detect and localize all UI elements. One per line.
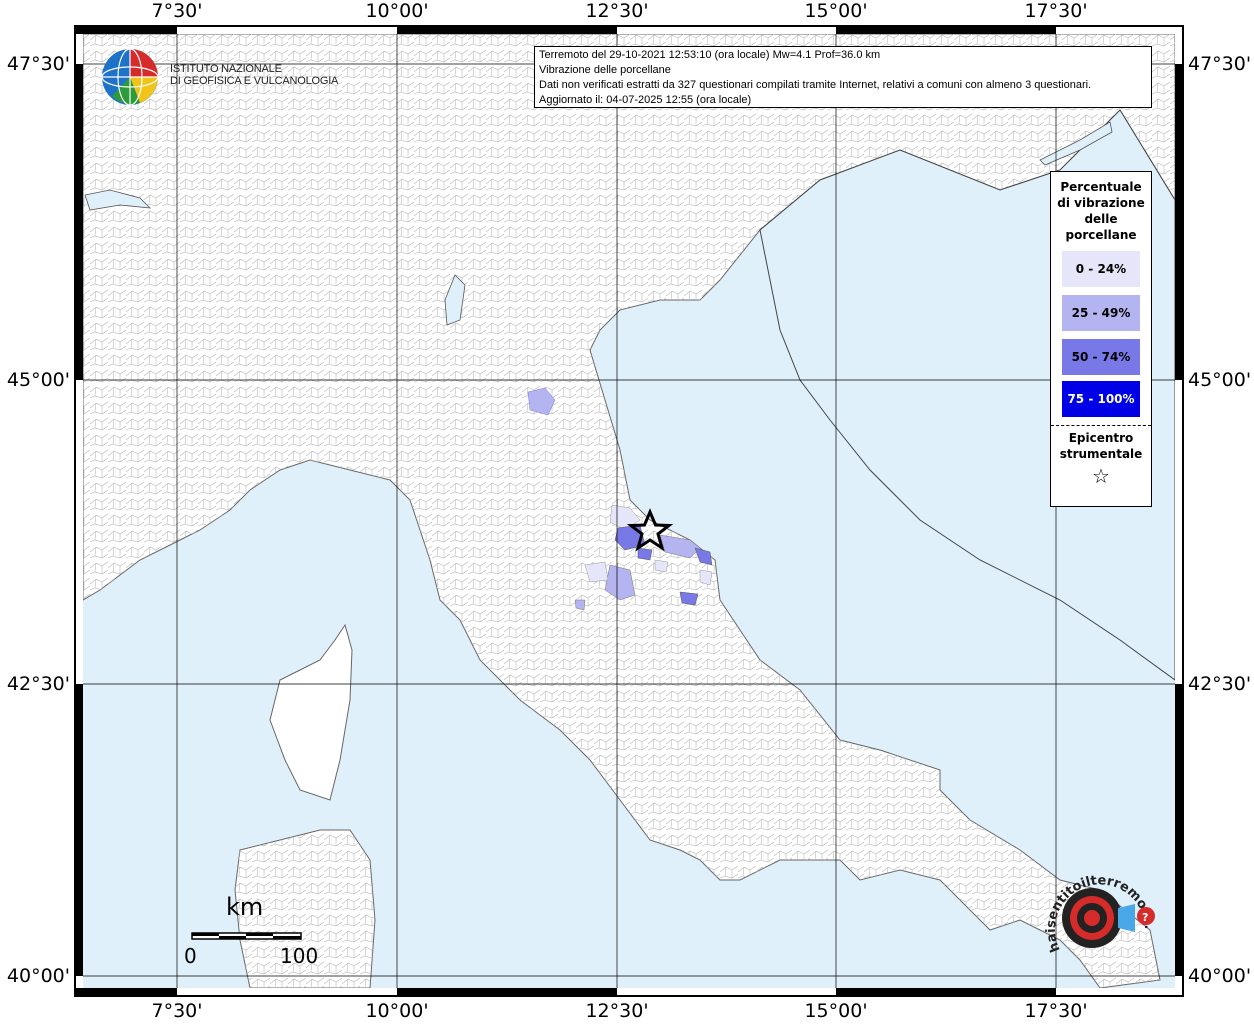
map-subject: Vibrazione delle porcellane [539, 64, 671, 76]
event-info-box: Terremoto del 29-10-2021 12:53:10 (ora l… [534, 46, 1152, 108]
svg-text:?: ? [1142, 911, 1148, 924]
lon-label-top: 12°30' [585, 0, 649, 22]
lat-label-right: 47°30' [1188, 53, 1252, 75]
legend-class-2: 25 - 49% [1062, 295, 1140, 331]
lat-label-left: 42°30' [6, 673, 70, 695]
epicenter-legend-label: Epicentro strumentale [1059, 431, 1143, 461]
event-title: Terremoto del 29-10-2021 12:53:10 (ora l… [539, 49, 881, 61]
lon-label-bottom: 12°30' [585, 1000, 649, 1022]
scale-bar [191, 932, 302, 940]
legend: Percentuale di vibrazione delle porcella… [1050, 171, 1152, 507]
legend-class-label: 50 - 74% [1071, 350, 1131, 364]
legend-class-label: 25 - 49% [1071, 306, 1131, 320]
lat-label-right: 40°00' [1188, 965, 1252, 987]
scale-start: 0 [184, 944, 197, 968]
lat-label-right: 45°00' [1188, 369, 1252, 391]
lat-label-right: 42°30' [1188, 673, 1252, 695]
legend-class-label: 75 - 100% [1067, 392, 1135, 406]
ingv-name: ISTITUTO NAZIONALE DI GEOFISICA E VULCAN… [170, 63, 338, 87]
lon-label-bottom: 7°30' [151, 1000, 203, 1022]
haisentitoilterremoto-logo: haisentitoilterremoto.it ? [1037, 849, 1170, 970]
lon-label-bottom: 10°00' [365, 1000, 429, 1022]
scale-end: 100 [280, 944, 319, 968]
data-note: Dati non verificati estratti da 327 ques… [539, 79, 1092, 91]
lon-label-top: 10°00' [365, 0, 429, 22]
ingv-name-line2: DI GEOFISICA E VULCANOLOGIA [170, 75, 339, 87]
ingv-name-line1: ISTITUTO NAZIONALE [170, 63, 282, 75]
legend-separator [1051, 425, 1151, 426]
lat-label-left: 40°00' [6, 965, 70, 987]
star-icon: ☆ [1092, 464, 1110, 488]
legend-class-label: 0 - 24% [1075, 262, 1127, 276]
lon-label-top: 7°30' [151, 0, 203, 22]
lon-label-bottom: 15°00' [804, 1000, 868, 1022]
globe-icon [101, 48, 159, 106]
legend-class-1: 0 - 24% [1062, 251, 1140, 287]
lat-label-left: 47°30' [6, 53, 70, 75]
legend-class-4: 75 - 100% [1062, 381, 1140, 417]
lat-label-left: 45°00' [6, 369, 70, 391]
lon-label-top: 17°30' [1024, 0, 1088, 22]
lon-label-top: 15°00' [804, 0, 868, 22]
scale-unit: km [226, 893, 264, 921]
legend-class-3: 50 - 74% [1062, 339, 1140, 375]
legend-title: Percentuale di vibrazione delle porcella… [1057, 180, 1145, 242]
update-time: Aggiornato il: 04-07-2025 12:55 (ora loc… [539, 94, 752, 106]
lon-label-bottom: 17°30' [1024, 1000, 1088, 1022]
